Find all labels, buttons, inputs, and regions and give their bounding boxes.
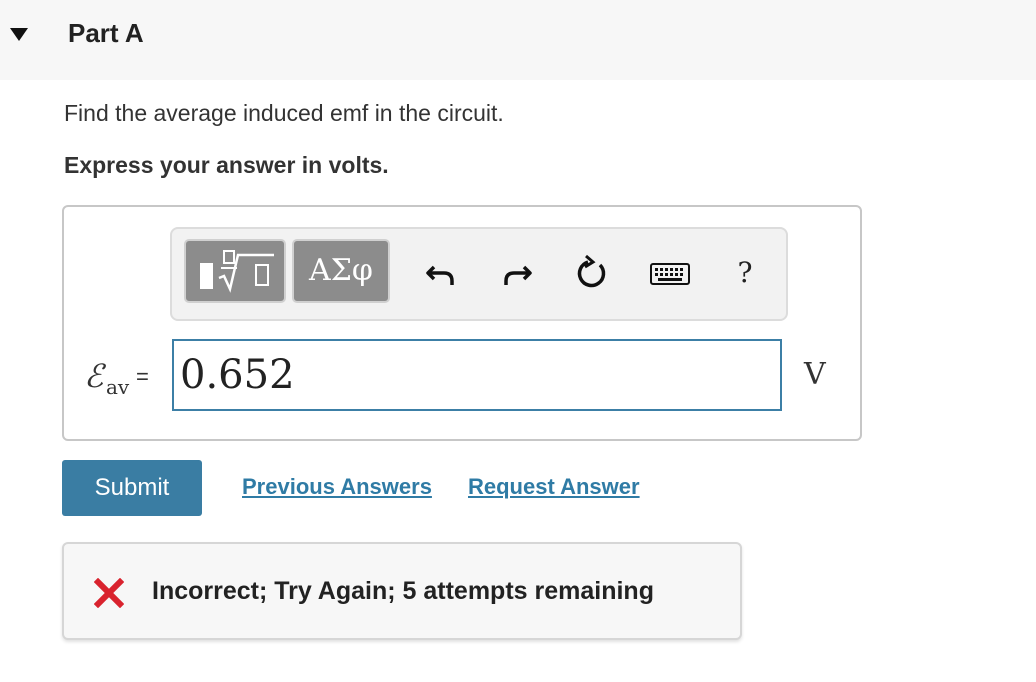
part-title[interactable]: Part A xyxy=(68,18,144,49)
question-text: Find the average induced emf in the circ… xyxy=(64,100,504,126)
keyboard-icon[interactable] xyxy=(648,251,692,295)
answer-instruction: Express your answer in volts. xyxy=(64,152,389,178)
answer-variable-subscript: av xyxy=(106,375,130,399)
fraction-sqrt-template-icon xyxy=(200,250,274,293)
incorrect-x-icon xyxy=(94,578,124,608)
answer-box: ΑΣφ ? ℰ av = 0.652 V xyxy=(62,205,862,441)
collapse-caret-icon[interactable] xyxy=(10,28,28,41)
feedback-banner: Incorrect; Try Again; 5 attempts remaini… xyxy=(62,542,742,640)
templates-button[interactable] xyxy=(184,239,286,303)
part-header: Part A xyxy=(0,0,1036,80)
submit-button[interactable]: Submit xyxy=(62,460,202,516)
feedback-text: Incorrect; Try Again; 5 attempts remaini… xyxy=(152,577,654,605)
redo-icon[interactable] xyxy=(496,251,536,295)
help-button[interactable]: ? xyxy=(728,251,762,295)
math-toolbar: ΑΣφ ? xyxy=(170,227,788,321)
reset-icon[interactable] xyxy=(572,251,612,295)
request-answer-link[interactable]: Request Answer xyxy=(468,474,640,500)
greek-symbols-button[interactable]: ΑΣφ xyxy=(292,239,390,303)
answer-unit: V xyxy=(804,357,826,392)
answer-variable: ℰ xyxy=(84,357,104,395)
equals-sign: = xyxy=(136,364,149,389)
answer-input[interactable]: 0.652 xyxy=(172,339,782,411)
undo-icon[interactable] xyxy=(422,251,462,295)
previous-answers-link[interactable]: Previous Answers xyxy=(242,474,432,500)
